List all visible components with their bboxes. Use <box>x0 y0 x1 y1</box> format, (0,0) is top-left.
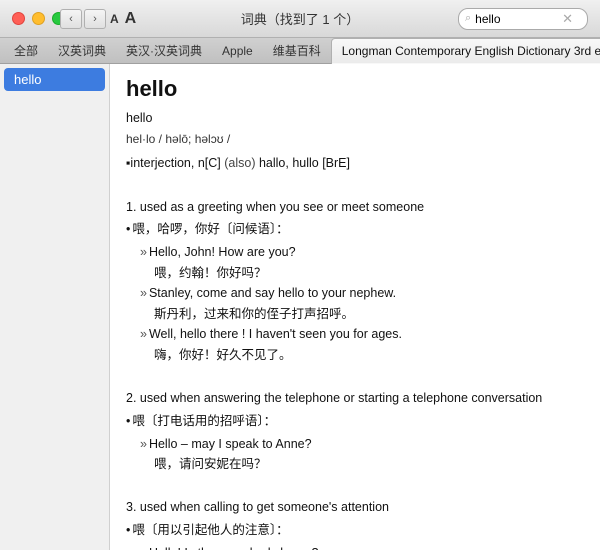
sidebar-item-hello[interactable]: hello <box>4 68 105 91</box>
def-3-ex1-en: Hello! Is there anybody home? <box>126 543 584 550</box>
search-box: ⌕ ✕ <box>458 8 588 30</box>
entry-pos: ▪interjection, n[C] (also) hallo, hullo … <box>126 153 584 174</box>
def-1-ex3-zh: 嗨，你好！好久不见了。 <box>126 345 584 366</box>
tab-apple[interactable]: Apple <box>212 38 263 63</box>
def-1-ex2-en: Stanley, come and say hello to your neph… <box>126 283 584 304</box>
def-3-num: 3. used when calling to get someone's at… <box>126 497 584 518</box>
nav-arrows: ‹ › <box>60 9 106 29</box>
tab-en-zh[interactable]: 英汉·汉英词典 <box>116 38 212 63</box>
back-button[interactable]: ‹ <box>60 9 82 29</box>
tabbar: 全部 汉英词典 英汉·汉英词典 Apple 维基百科 Longman Conte… <box>0 38 600 64</box>
def-1-ex1-en: Hello, John! How are you? <box>126 242 584 263</box>
tab-longman[interactable]: Longman Contemporary English Dictionary … <box>331 38 600 64</box>
tab-zh-en[interactable]: 汉英词典 <box>48 38 116 63</box>
sidebar: hello <box>0 64 110 550</box>
def-1-ex2-zh: 斯丹利，过来和你的侄子打声招呼。 <box>126 304 584 325</box>
def-2-num: 2. used when answering the telephone or … <box>126 388 584 409</box>
font-large-button[interactable]: A <box>125 10 137 28</box>
search-clear-button[interactable]: ✕ <box>562 11 573 27</box>
def-1-zh: 喂，哈啰，你好〔问候语〕： <box>126 219 584 240</box>
minimize-button[interactable] <box>32 12 45 25</box>
tab-all[interactable]: 全部 <box>4 38 48 63</box>
def-3-zh: 喂〔用以引起他人的注意〕： <box>126 520 584 541</box>
forward-icon: › <box>93 13 97 25</box>
def-1-ex1-zh: 喂，约翰！你好吗？ <box>126 263 584 284</box>
close-button[interactable] <box>12 12 25 25</box>
entry-body: hello hel·lo / həlō; həlɔʊ / ▪interjecti… <box>126 108 584 550</box>
entry-word: hello <box>126 76 584 102</box>
forward-button[interactable]: › <box>84 9 106 29</box>
def-1-num: 1. used as a greeting when you see or me… <box>126 197 584 218</box>
window-controls <box>12 12 65 25</box>
content-area[interactable]: hello hello hel·lo / həlō; həlɔʊ / ▪inte… <box>110 64 600 550</box>
font-size-controls: A A <box>110 10 136 28</box>
def-2-zh: 喂〔打电话用的招呼语〕： <box>126 411 584 432</box>
font-small-button[interactable]: A <box>110 12 119 26</box>
search-icon: ⌕ <box>465 12 471 25</box>
window-title: 词典（找到了 1 个） <box>241 9 359 28</box>
tab-wiki[interactable]: 维基百科 <box>263 38 331 63</box>
def-1-ex3-en: Well, hello there ! I haven't seen you f… <box>126 324 584 345</box>
entry-phonetic: hel·lo / həlō; həlɔʊ / <box>126 130 584 150</box>
entry-headword: hello <box>126 108 584 129</box>
back-icon: ‹ <box>69 13 73 25</box>
def-2-ex1-en: Hello – may I speak to Anne? <box>126 434 584 455</box>
search-input[interactable] <box>475 12 560 26</box>
titlebar: ‹ › A A 词典（找到了 1 个） ⌕ ✕ <box>0 0 600 38</box>
main-area: hello hello hello hel·lo / həlō; həlɔʊ /… <box>0 64 600 550</box>
def-2-ex1-zh: 喂，请问安妮在吗？ <box>126 454 584 475</box>
